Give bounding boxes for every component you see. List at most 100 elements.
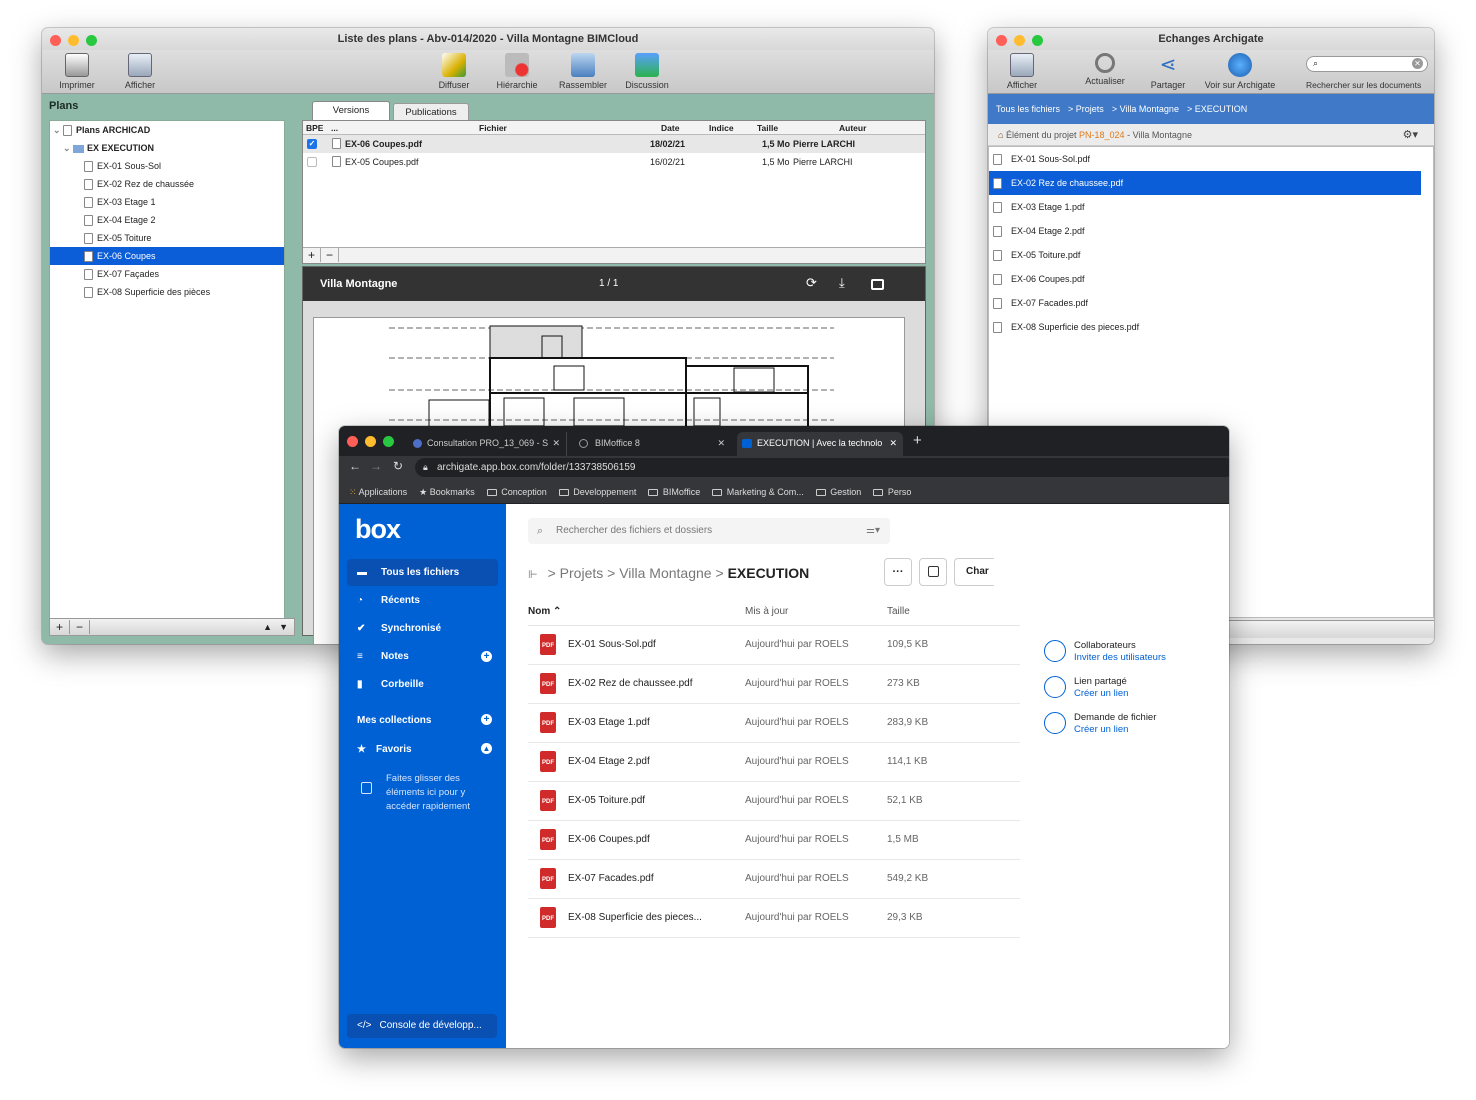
developer-console-button[interactable]: </> Console de développ... [347, 1014, 497, 1038]
gather-button[interactable]: Rassembler [553, 53, 613, 90]
close-window-button[interactable] [50, 35, 61, 46]
archigate-crumb[interactable]: Tous les fichiers [996, 104, 1060, 114]
discussion-button[interactable]: Discussion [617, 53, 677, 90]
bpe-checkbox[interactable]: ✓ [307, 139, 317, 149]
box-nav-item[interactable]: ▮ Corbeille [347, 671, 498, 698]
close-window-button[interactable] [996, 35, 1007, 46]
new-tab-button[interactable]: + [913, 432, 922, 449]
crumb-villa[interactable]: Villa Montagne [619, 565, 711, 581]
scroll-up-icon[interactable]: ▲ [263, 619, 272, 635]
sort-by-updated[interactable]: Mis à jour [745, 606, 788, 617]
print-icon[interactable] [871, 279, 884, 290]
sort-by-size[interactable]: Taille [887, 606, 910, 617]
archigate-file-item[interactable]: EX-01 Sous-Sol.pdf [989, 147, 1421, 171]
gear-icon[interactable]: ⚙▾ [1403, 124, 1418, 146]
download-icon[interactable]: ⤓ [839, 275, 845, 291]
add-plan-button[interactable]: + [50, 620, 71, 634]
scroll-down-icon[interactable]: ▼ [279, 619, 288, 635]
bookmark-item[interactable]: Perso [873, 487, 911, 497]
bookmark-item[interactable]: Developpement [558, 487, 636, 497]
browser-tab-active[interactable]: EXECUTION | Avec la technolo ✕ [737, 432, 903, 456]
box-file-row[interactable]: PDF EX-08 Superficie des pieces... Aujourd… [528, 899, 1020, 938]
tree-item[interactable]: EX-07 Façades [50, 265, 284, 283]
disclosure-icon[interactable]: ⌄ [63, 143, 73, 153]
archigate-crumb[interactable]: > Projets [1068, 104, 1104, 114]
tree-item[interactable]: EX-08 Superficie des pièces [50, 283, 284, 301]
box-file-row[interactable]: PDF EX-02 Rez de chaussee.pdf Aujourd'hui … [528, 665, 1020, 704]
box-file-row[interactable]: PDF EX-06 Coupes.pdf Aujourd'hui par ROELS… [528, 821, 1020, 860]
tree-item[interactable]: EX-06 Coupes [50, 247, 284, 265]
box-nav-item[interactable]: ≡ Notes + [347, 643, 498, 670]
reload-icon[interactable]: ↻ [393, 459, 403, 473]
archigate-file-item[interactable]: EX-05 Toiture.pdf [989, 243, 1421, 267]
tree-item[interactable]: EX-02 Rez de chaussée [50, 175, 284, 193]
show-button[interactable]: Afficher [110, 53, 170, 90]
archigate-search-input[interactable]: ⌕ ✕ [1306, 56, 1428, 72]
tab-publications[interactable]: Publications [393, 103, 469, 120]
favorites-row[interactable]: ★ Favoris ▲ [357, 743, 492, 755]
zoom-window-button[interactable] [383, 436, 394, 447]
box-nav-item[interactable]: ◔ Récents [347, 587, 498, 614]
plans-titlebar[interactable]: Liste des plans - Abv-014/2020 - Villa M… [42, 28, 934, 50]
close-window-button[interactable] [347, 436, 358, 447]
hierarchy-button[interactable]: Hiérarchie [487, 53, 547, 90]
tree-item[interactable]: EX-03 Etage 1 [50, 193, 284, 211]
archigate-file-item[interactable]: EX-07 Facades.pdf [989, 291, 1421, 315]
minimize-window-button[interactable] [1014, 35, 1025, 46]
tree-item[interactable]: EX-04 Etage 2 [50, 211, 284, 229]
archigate-file-item[interactable]: EX-08 Superficie des pieces.pdf [989, 315, 1421, 339]
refresh-button[interactable]: Actualiser [1075, 53, 1135, 86]
url-field[interactable]: 🔒︎ archigate.app.box.com/folder/133738506… [415, 458, 1229, 477]
archigate-file-item[interactable]: EX-04 Etage 2.pdf [989, 219, 1421, 243]
box-file-row[interactable]: PDF EX-03 Etage 1.pdf Aujourd'hui par ROEL… [528, 704, 1020, 743]
collapse-favorites-icon[interactable]: ▲ [481, 743, 492, 754]
filter-icon[interactable]: ⚌▾ [866, 518, 880, 544]
box-file-row[interactable]: PDF EX-01 Sous-Sol.pdf Aujourd'hui par ROE… [528, 626, 1020, 665]
rotate-icon[interactable]: ⟳ [806, 275, 817, 291]
bookmark-item[interactable]: ★ Bookmarks [419, 487, 475, 497]
box-file-row[interactable]: PDF EX-04 Etage 2.pdf Aujourd'hui par ROEL… [528, 743, 1020, 782]
browser-tab[interactable]: BIMoffice 8 ✕ [575, 432, 731, 456]
tree-item[interactable]: EX-01 Sous-Sol [50, 157, 284, 175]
shared-link-row[interactable]: Lien partagé Créer un lien [1044, 674, 1224, 704]
char-button[interactable]: Char [954, 558, 994, 586]
add-collection-icon[interactable]: + [481, 714, 492, 725]
folder-tree-icon[interactable]: ⊩ [528, 569, 538, 581]
upload-button[interactable] [919, 558, 947, 586]
collaborators-row[interactable]: Collaborateurs Inviter des utilisateurs [1044, 636, 1224, 666]
share-button[interactable]: ⋖ Partager [1138, 53, 1198, 90]
crumb-projects[interactable]: Projets [560, 565, 604, 581]
zoom-window-button[interactable] [1032, 35, 1043, 46]
box-search-input[interactable]: ⌕ Rechercher des fichiers et dossiers ⚌▾ [528, 518, 890, 544]
clear-search-icon[interactable]: ✕ [1412, 58, 1423, 69]
archigate-crumb[interactable]: > EXECUTION [1187, 104, 1247, 114]
distribute-button[interactable]: Diffuser [424, 53, 484, 90]
file-request-row[interactable]: Demande de fichier Créer un lien [1044, 710, 1224, 740]
view-on-archigate-button[interactable]: Voir sur Archigate [1200, 53, 1280, 90]
archigate-crumb[interactable]: > Villa Montagne [1112, 104, 1179, 114]
bpe-checkbox[interactable] [307, 157, 317, 167]
remove-plan-button[interactable]: − [70, 620, 91, 634]
bookmark-item[interactable]: BIMoffice [648, 487, 700, 497]
close-tab-icon[interactable]: ✕ [717, 432, 725, 454]
tree-item[interactable]: EX-05 Toiture [50, 229, 284, 247]
table-row[interactable]: ✓ EX-06 Coupes.pdf 18/02/21 1,5 Mo Pierre LA… [303, 135, 925, 153]
table-row[interactable]: EX-05 Coupes.pdf 16/02/21 1,5 Mo Pierre LAR… [303, 153, 925, 171]
disclosure-icon[interactable]: ⌄ [53, 125, 63, 135]
box-file-row[interactable]: PDF EX-07 Facades.pdf Aujourd'hui par ROEL… [528, 860, 1020, 899]
back-icon[interactable]: ← [349, 459, 361, 473]
archigate-file-item[interactable]: EX-06 Coupes.pdf [989, 267, 1421, 291]
forward-icon[interactable]: → [370, 459, 382, 473]
tab-versions[interactable]: Versions [312, 101, 390, 120]
archigate-file-item[interactable]: EX-02 Rez de chaussee.pdf [989, 171, 1421, 195]
remove-version-button[interactable]: − [321, 248, 340, 262]
archigate-show-button[interactable]: Afficher [992, 53, 1052, 90]
create-request-link[interactable]: Créer un lien [1074, 724, 1128, 735]
box-nav-item[interactable]: ▬ Tous les fichiers [347, 559, 498, 586]
invite-users-link[interactable]: Inviter des utilisateurs [1074, 652, 1166, 663]
add-note-icon[interactable]: + [481, 651, 492, 662]
archigate-titlebar[interactable]: Echanges Archigate [988, 28, 1434, 50]
my-collections-row[interactable]: Mes collections + [357, 714, 492, 726]
more-options-button[interactable]: ··· [884, 558, 912, 586]
zoom-window-button[interactable] [86, 35, 97, 46]
